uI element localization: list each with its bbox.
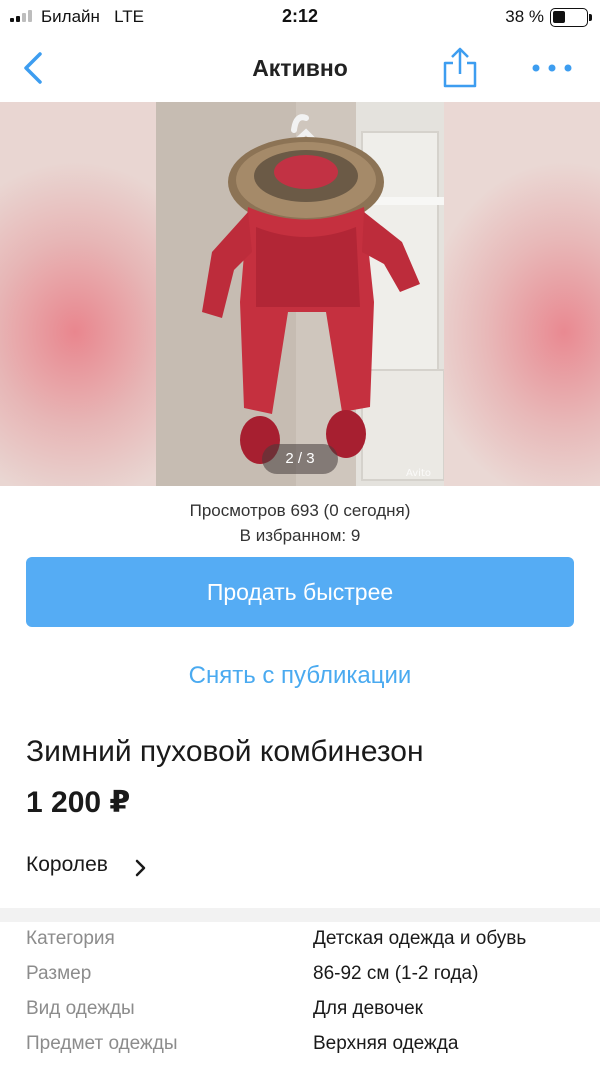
nav-bar: Активно <box>0 36 600 100</box>
status-bar: Билайн LTE 2:12 38 % <box>0 0 600 36</box>
more-button[interactable] <box>528 54 576 82</box>
share-icon <box>443 47 477 88</box>
listing-title: Зимний пуховой комбинезон <box>26 735 424 768</box>
photo-counter: 2 / 3 <box>262 444 338 474</box>
gallery-blur-background-right <box>444 102 600 486</box>
section-divider <box>0 908 600 922</box>
photo-gallery[interactable]: Avito 2 / 3 <box>0 102 600 486</box>
param-value: Верхняя одежда <box>313 1033 459 1054</box>
param-row: Предмет одежды Верхняя одежда <box>0 1031 600 1066</box>
param-label: Вид одежды <box>26 998 135 1019</box>
page-title: Активно <box>252 55 348 81</box>
share-button[interactable] <box>440 46 480 90</box>
location-link[interactable]: Королев <box>26 853 108 877</box>
param-row: Категория Детская одежда и обувь <box>0 926 600 961</box>
views-count: Просмотров 693 (0 сегодня) <box>189 501 411 520</box>
battery-percent: 38 % <box>505 7 544 26</box>
avito-watermark: Avito <box>406 468 431 479</box>
param-row: Размер 86-92 см (1-2 года) <box>0 961 600 996</box>
unpublish-link[interactable]: Снять с публикации <box>0 662 600 690</box>
favorites-count: В избранном: 9 <box>239 526 361 545</box>
param-label: Размер <box>26 963 92 984</box>
param-row: Вид одежды Для девочек <box>0 996 600 1031</box>
param-value: Для девочек <box>313 998 423 1019</box>
chevron-right-icon[interactable] <box>134 859 148 877</box>
battery-level <box>553 11 565 23</box>
listing-photo[interactable]: Avito <box>156 102 444 486</box>
param-label: Категория <box>26 928 115 949</box>
param-label: Предмет одежды <box>26 1033 178 1054</box>
param-value: Детская одежда и обувь <box>313 928 527 949</box>
param-value: 86-92 см (1-2 года) <box>313 963 479 984</box>
listing-params: Категория Детская одежда и обувь Размер … <box>0 926 600 1066</box>
listing-price: 1 200 ₽ <box>26 786 131 819</box>
more-dots-icon <box>532 64 572 72</box>
listing-stats: Просмотров 693 (0 сегодня) В избранном: … <box>0 498 600 548</box>
battery-icon <box>550 8 592 27</box>
sell-faster-button[interactable]: Продать быстрее <box>26 557 574 627</box>
